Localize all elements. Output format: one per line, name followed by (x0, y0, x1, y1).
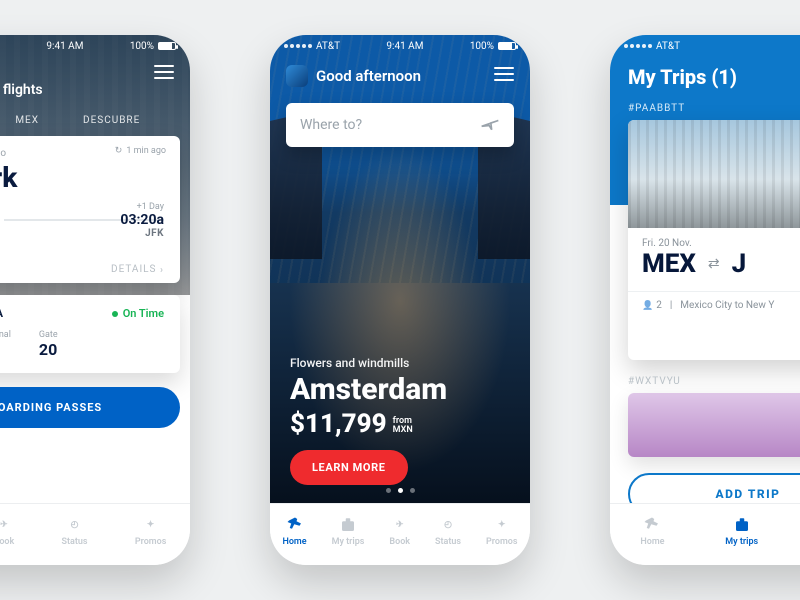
tab-book[interactable]: ✈Book (0, 516, 14, 547)
trip-photo (628, 120, 800, 228)
brand-logo-icon (286, 65, 308, 87)
clock-label: 9:41 AM (46, 41, 83, 52)
depart-date: Fri. 20 Nov. (642, 238, 692, 249)
tab-bar: ✈Book ◴Status ✦Promos (0, 503, 190, 565)
status-bar: AT&T 9:41 AM 100% (270, 35, 530, 57)
passenger-count: 2 (642, 300, 662, 311)
plane-icon (480, 113, 500, 137)
home-icon (285, 516, 305, 534)
boarding-passes-button[interactable]: OARDING PASSES (0, 387, 180, 428)
stop-count: 1 (0, 212, 4, 223)
search-placeholder: Where to? (300, 117, 362, 133)
tag-icon: ✦ (141, 516, 161, 534)
dot-active-icon (398, 488, 403, 493)
tab-promos[interactable]: ✦Promos (135, 516, 167, 547)
status-bar: AT&T 9:41 AM (610, 35, 800, 57)
tab-to[interactable]: MEX (15, 115, 39, 126)
menu-button[interactable] (154, 65, 174, 79)
hamburger-icon (154, 65, 174, 79)
learn-more-button[interactable]: LEARN MORE (290, 450, 408, 485)
trip-card[interactable]: Fri. 20 Nov. Sat. MEX ⇄ J 2 | Mexico Cit… (628, 120, 800, 360)
updated-ago: ↻1 min ago (115, 146, 166, 156)
clock-label: 9:41 AM (386, 41, 423, 52)
tab-bar: Home My trips ✈Book (610, 503, 800, 565)
trip-card-secondary[interactable] (628, 393, 800, 457)
swap-icon: ⇄ (708, 256, 720, 272)
tab-home[interactable]: Home (282, 516, 306, 547)
menu-button[interactable] (494, 67, 514, 81)
three-phone-showcase: AT&T 9:41 AM 100% rnoon, our next flight… (0, 0, 800, 600)
greeting-text: Good afternoon (316, 67, 421, 85)
chevron-right-icon: › (160, 265, 164, 276)
details-link[interactable]: DETAILS › (0, 264, 164, 275)
pnr-label-2: #WXTVYU (610, 360, 800, 393)
battery-label: 100% (130, 41, 154, 52)
arrival-time: 03:20a (120, 212, 164, 228)
battery-icon (498, 42, 516, 50)
tab-mytrips[interactable]: My trips (725, 516, 758, 547)
tab-bar: Home My trips ✈Book ◴Status ✦Promos (270, 503, 530, 565)
from-code: MEX (642, 249, 696, 279)
flight-status-row[interactable]: • MIA On Time Terminal A Gate 20 (0, 295, 180, 373)
promo-tagline: Flowers and windmills (290, 356, 447, 370)
greeting-line2: our next flights (0, 82, 43, 98)
carousel-dots[interactable] (270, 488, 530, 493)
status-bar: AT&T 9:41 AM 100% (0, 35, 190, 57)
pnr-label: #PAABBTT (610, 89, 800, 120)
promo-currency: MXN (393, 425, 413, 435)
plane-icon: ✈ (390, 516, 410, 534)
search-input[interactable]: Where to? (286, 103, 514, 147)
battery-icon (158, 42, 176, 50)
tab-mytrips[interactable]: My trips (332, 516, 365, 547)
promo-price: $11,799 (290, 409, 387, 439)
refresh-icon: ↻ (115, 146, 123, 156)
gate-label: Gate (39, 330, 58, 340)
clock-icon: ◴ (65, 516, 85, 534)
promo-destination: Amsterdam (290, 372, 447, 407)
suitcase-icon (338, 516, 358, 534)
to-code: J (732, 249, 747, 279)
divider (628, 291, 800, 292)
tab-home[interactable]: Home (640, 516, 664, 547)
route-tabs: JFK → MEX DESCUBRE (0, 99, 190, 136)
terminal-value: A (0, 340, 11, 359)
terminal-label: Terminal (0, 330, 11, 340)
plane-icon: ✈ (0, 516, 14, 534)
gate-block: Gate 20 (39, 330, 58, 359)
flight-card[interactable]: ↻1 min ago City to ork 1 MIA +1 Day 03:2… (0, 136, 180, 283)
carrier-label: AT&T (316, 41, 340, 52)
greeting-row: Good afternoon (270, 57, 530, 87)
trip-description: Mexico City to New Y (680, 300, 774, 311)
tab-promos[interactable]: ✦Promos (486, 516, 518, 547)
home-icon (642, 516, 662, 534)
arrival-code: JFK (145, 228, 164, 239)
phone-my-trips: AT&T 9:41 AM My Trips (1) #PAABBTT Fri. … (610, 35, 800, 565)
hamburger-icon (494, 67, 514, 81)
phone-home-promo: AT&T 9:41 AM 100% Good afternoon Where t… (270, 35, 530, 565)
carrier-label: AT&T (656, 41, 680, 52)
tab-status[interactable]: ◴Status (62, 516, 88, 547)
gate-value: 20 (39, 340, 58, 359)
suitcase-icon (732, 516, 752, 534)
tab-discover[interactable]: DESCUBRE (83, 115, 140, 126)
terminal-block: Terminal A (0, 330, 11, 359)
clock-icon: ◴ (438, 516, 458, 534)
tag-icon: ✦ (492, 516, 512, 534)
route-label: • MIA (0, 307, 3, 320)
phone-upcoming-flights: AT&T 9:41 AM 100% rnoon, our next flight… (0, 35, 190, 565)
page-title: My Trips (1) (610, 57, 800, 89)
tab-status[interactable]: ◴Status (435, 516, 461, 547)
arrival-block: +1 Day 03:20a JFK (120, 202, 164, 239)
promo-block: Flowers and windmills Amsterdam $11,799 … (290, 356, 447, 439)
destination-city: ork (0, 161, 164, 194)
status-badge: On Time (112, 307, 164, 320)
battery-label: 100% (470, 41, 494, 52)
tab-book[interactable]: ✈Book (389, 516, 410, 547)
plus-day-label: +1 Day (137, 202, 164, 212)
